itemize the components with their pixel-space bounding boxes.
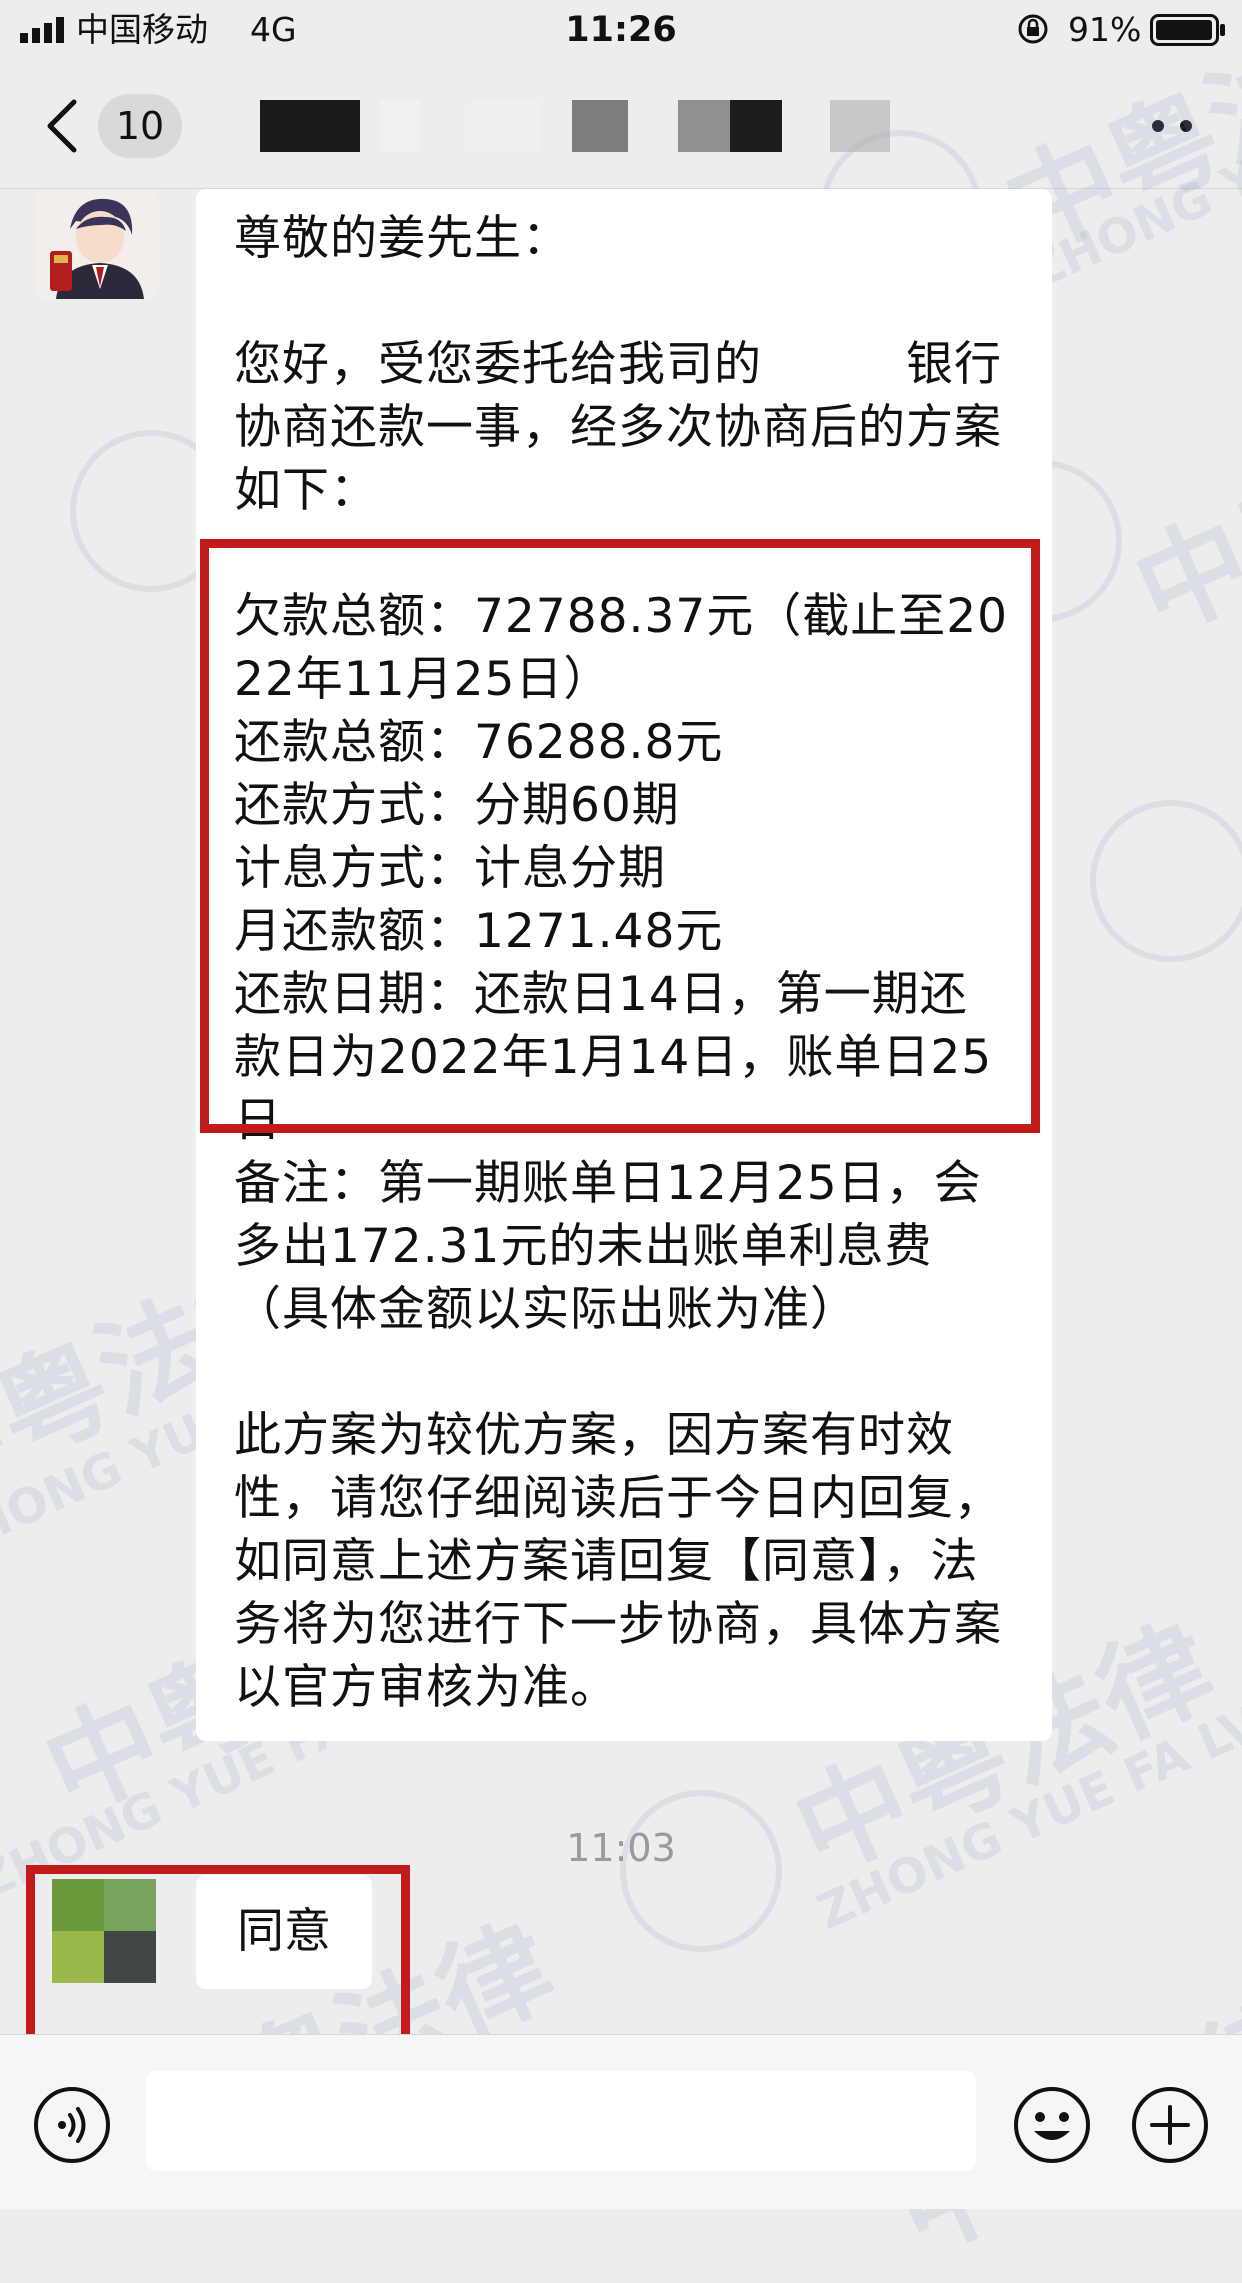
status-time: 11:26 bbox=[565, 10, 677, 50]
plus-icon[interactable] bbox=[1130, 2085, 1210, 2165]
unread-count-badge[interactable]: 10 bbox=[98, 94, 182, 158]
highlight-plan-box bbox=[200, 539, 1040, 1133]
more-icon[interactable] bbox=[1150, 118, 1194, 134]
emoji-icon[interactable] bbox=[1012, 2085, 1092, 2165]
message-greeting: 尊敬的姜先生： bbox=[234, 211, 570, 266]
message-closing: 此方案为较优方案，因方案有时效性，请您仔细阅读后于今日内回复，如同意上述方案请回… bbox=[234, 1408, 1002, 1715]
message-timestamp: 11:03 bbox=[566, 1826, 676, 1870]
input-bar bbox=[0, 2034, 1242, 2209]
back-chevron-icon[interactable] bbox=[44, 98, 80, 154]
chat-title-redacted bbox=[260, 100, 940, 152]
status-bar: 中国移动 4G 11:26 91% bbox=[0, 0, 1242, 62]
lock-rotation-icon bbox=[1018, 14, 1048, 44]
voice-icon[interactable] bbox=[32, 2085, 112, 2165]
agent-avatar[interactable] bbox=[36, 191, 158, 299]
message-input[interactable] bbox=[146, 2071, 976, 2171]
message-intro: 您好，受您委托给我司的 银行协商还款一事，经多次协商后的方案如下： bbox=[234, 337, 1002, 518]
chat-messages[interactable]: 尊敬的姜先生： 您好，受您委托给我司的 银行协商还款一事，经多次协商后的方案如下… bbox=[0, 189, 1242, 2034]
battery-icon bbox=[1150, 14, 1225, 46]
chat-header: 10 bbox=[0, 62, 1242, 189]
battery-percent: 91% bbox=[1068, 10, 1142, 49]
message-note: 备注：第一期账单日12月25日，会多出172.31元的未出账单利息费（具体金额以… bbox=[234, 1156, 982, 1337]
highlight-reply-box bbox=[26, 1865, 410, 2034]
